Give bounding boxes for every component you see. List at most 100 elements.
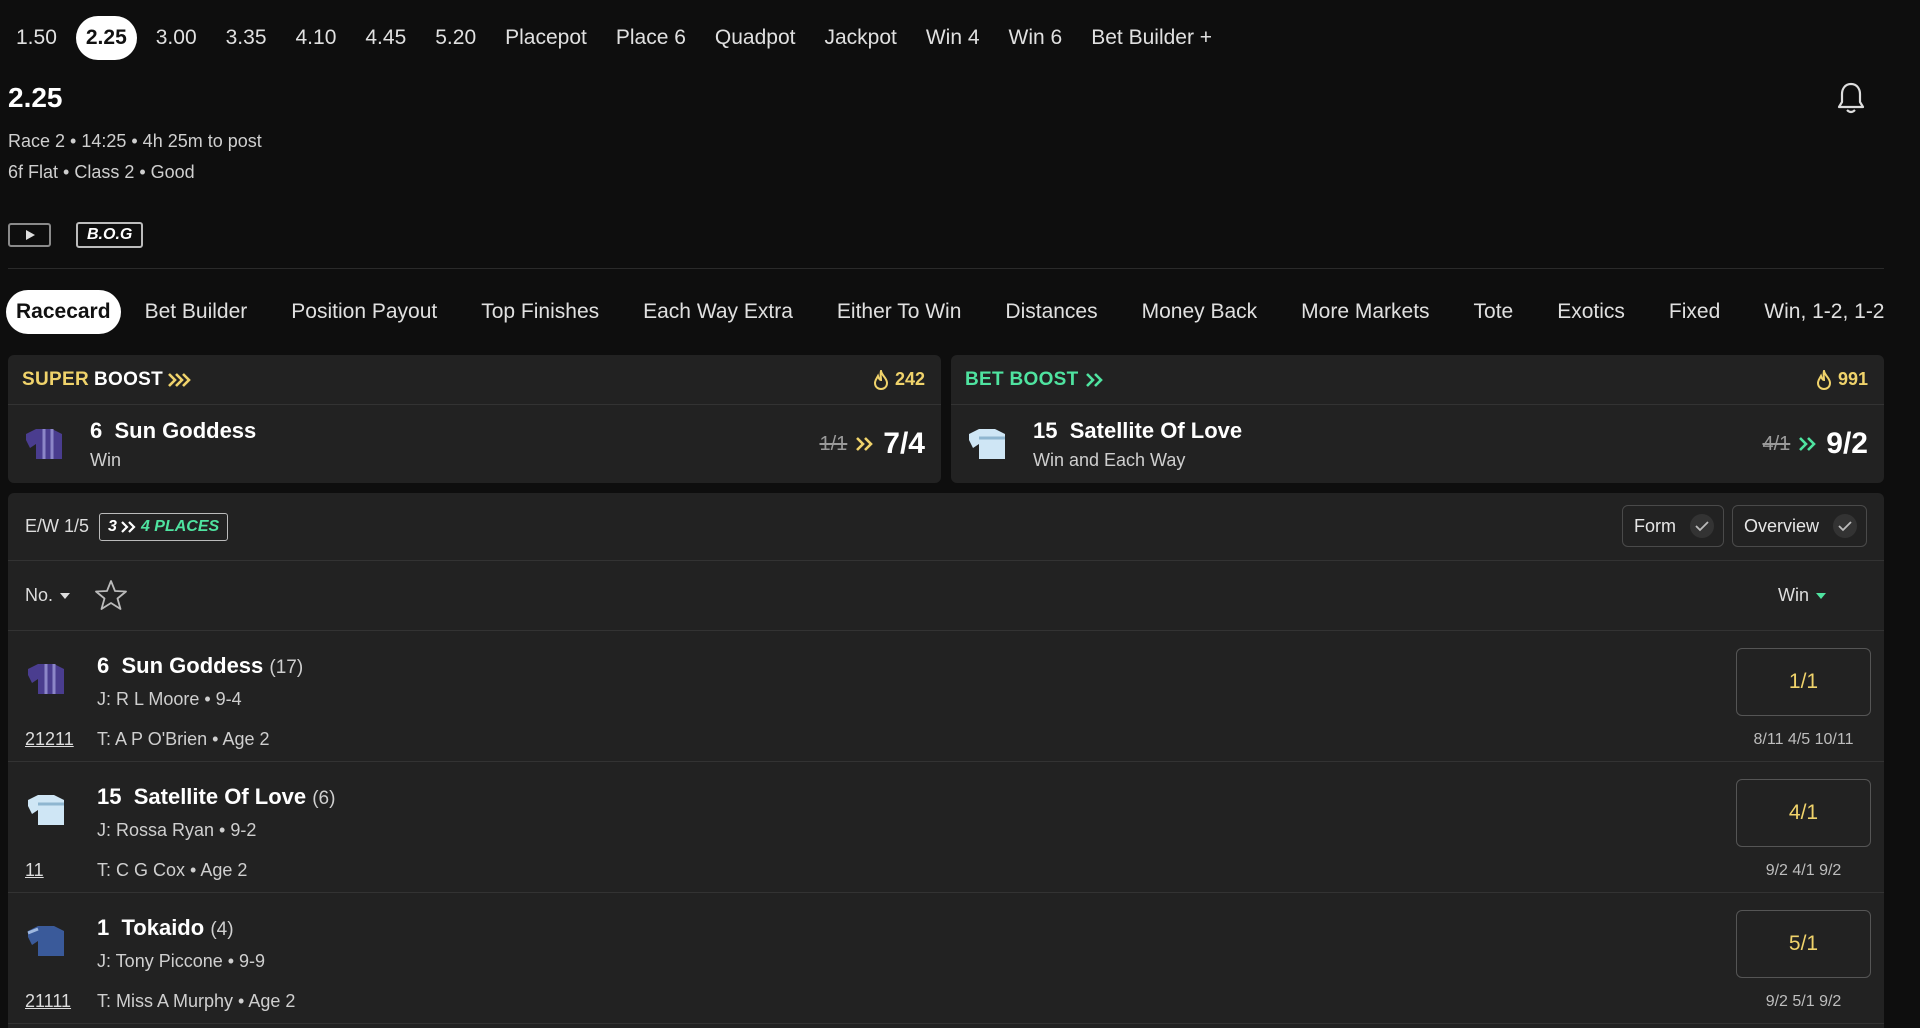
market-tab[interactable]: More Markets <box>1291 290 1439 334</box>
market-tab[interactable]: Tote <box>1464 290 1524 334</box>
runner-name[interactable]: 6 Sun Goddess (17) <box>97 653 303 679</box>
market-tab[interactable]: Top Finishes <box>471 290 609 334</box>
odds-history: 8/11 4/5 10/11 <box>1753 731 1854 748</box>
boosted-odds: 9/2 <box>1826 427 1868 460</box>
race-tab[interactable]: 2.25 <box>75 16 137 60</box>
race-tab[interactable]: Placepot <box>495 16 597 60</box>
runner-name[interactable]: 15 Satellite Of Love (6) <box>97 784 335 810</box>
old-odds: 4/1 <box>1762 432 1791 455</box>
bell-icon[interactable] <box>1834 80 1868 116</box>
runner-number: 6 <box>97 653 110 678</box>
caret-down-icon <box>1816 592 1826 599</box>
odds-button[interactable]: 1/1 <box>1736 648 1871 716</box>
runner-jockey: J: Tony Piccone • 9-9 <box>97 951 266 971</box>
sort-by-number[interactable]: No. <box>25 585 71 606</box>
race-tab[interactable]: Place 6 <box>606 16 696 60</box>
market-tab[interactable]: Either To Win <box>827 290 972 334</box>
race-tab[interactable]: Jackpot <box>814 16 906 60</box>
places-old: 3 <box>108 517 117 535</box>
race-tab[interactable]: 4.10 <box>286 16 347 60</box>
boost-market: Win <box>90 449 121 470</box>
old-odds: 1/1 <box>819 432 848 455</box>
boost-odds[interactable]: 1/1 7/4 <box>819 427 925 461</box>
check-icon <box>1690 514 1714 538</box>
double-chevron-icon <box>121 520 136 533</box>
boost-label: SUPER BOOST <box>22 369 193 391</box>
market-tab[interactable]: Distances <box>995 290 1107 334</box>
boost-count: 242 <box>873 369 925 390</box>
runner-title: Tokaido <box>121 915 205 940</box>
market-tab[interactable]: Each Way Extra <box>633 290 803 334</box>
bog-badge: B.O.G <box>76 222 144 248</box>
overview-toggle-label: Overview <box>1744 515 1820 536</box>
boost-count-value: 242 <box>894 369 925 389</box>
race-tab[interactable]: Win 6 <box>999 16 1073 60</box>
double-chevron-icon <box>1085 372 1103 387</box>
race-tab[interactable]: Quadpot <box>705 16 806 60</box>
jockey-silk-icon <box>28 795 64 825</box>
flame-icon <box>873 369 888 390</box>
race-tab[interactable]: 3.00 <box>146 16 207 60</box>
market-tab[interactable]: Win, 1-2, 1-2 <box>1754 290 1894 334</box>
runner-row[interactable]: 1 Tokaido (4) J: Tony Piccone • 9-9 21111 T… <box>8 893 1884 1024</box>
race-tab[interactable]: Win 4 <box>916 16 990 60</box>
market-tab[interactable]: Fixed <box>1659 290 1730 334</box>
play-video-button[interactable] <box>8 223 51 247</box>
jockey-silk-icon <box>28 664 64 694</box>
race-tabs: 1.50 2.25 3.00 3.35 4.10 4.45 5.20 Placepot Plac… <box>0 14 1231 62</box>
boost-runner-name: 6 Sun Goddess <box>90 418 819 444</box>
runner-title: Sun Goddess <box>121 653 264 678</box>
race-conditions: 6f Flat • Class 2 • Good <box>8 162 195 182</box>
super-boost-card[interactable]: SUPER BOOST 242 6 Sun Goddess Win 1/1 7/… <box>8 355 941 483</box>
boost-label-part2: BOOST <box>93 368 164 390</box>
boost-count: 991 <box>1816 369 1868 390</box>
runner-trainer: T: Miss A Murphy • Age 2 <box>97 991 296 1011</box>
places-new: 4 PLACES <box>140 517 220 535</box>
bet-boost-card[interactable]: BET BOOST 991 15 Satellite Of Love Win a… <box>951 355 1884 483</box>
race-tab[interactable]: 4.45 <box>355 16 416 60</box>
sort-by-win[interactable]: Win <box>1778 585 1827 606</box>
odds-button[interactable]: 5/1 <box>1736 910 1871 978</box>
runner-number: 15 <box>97 784 122 809</box>
boost-count-value: 991 <box>1837 369 1868 389</box>
market-tabs: Racecard Bet Builder Position Payout Top Fi… <box>6 290 1920 334</box>
race-tab[interactable]: 5.20 <box>425 16 486 60</box>
star-icon[interactable] <box>94 578 128 612</box>
race-tab[interactable]: 1.50 <box>6 16 67 60</box>
market-tab[interactable]: Exotics <box>1547 290 1635 334</box>
overview-toggle[interactable]: Overview <box>1732 505 1868 547</box>
jockey-silk-icon <box>26 429 62 459</box>
double-chevron-icon <box>856 437 874 451</box>
market-tab[interactable]: Racecard <box>6 290 121 334</box>
jockey-silk-icon <box>969 429 1005 459</box>
runner-row[interactable]: 6 Sun Goddess (17) J: R L Moore • 9-4 2121… <box>8 631 1884 762</box>
double-chevron-icon <box>1799 437 1817 451</box>
runner-row[interactable]: 15 Satellite Of Love (6) J: Rossa Ryan • … <box>8 762 1884 893</box>
runner-form[interactable]: 21111 <box>25 991 71 1012</box>
odds-button[interactable]: 4/1 <box>1736 779 1871 847</box>
runner-form[interactable]: 21211 <box>25 729 74 750</box>
double-chevron-icon <box>168 372 191 387</box>
runner-list: 6 Sun Goddess (17) J: R L Moore • 9-4 2121… <box>8 631 1884 1024</box>
form-toggle[interactable]: Form <box>1622 505 1724 547</box>
flame-icon <box>1816 369 1831 390</box>
boost-label: BET BOOST <box>965 369 1107 391</box>
boost-runner-number: 15 <box>1033 417 1058 443</box>
market-tab[interactable]: Money Back <box>1132 290 1268 334</box>
market-tab[interactable]: Bet Builder <box>135 290 258 334</box>
runner-name[interactable]: 1 Tokaido (4) <box>97 915 234 941</box>
race-tab[interactable]: 3.35 <box>216 16 277 60</box>
runner-form[interactable]: 11 <box>25 860 44 881</box>
boost-odds[interactable]: 4/1 9/2 <box>1762 427 1868 461</box>
runner-jockey: J: Rossa Ryan • 9-2 <box>97 820 257 840</box>
runner-number: 1 <box>97 915 110 940</box>
race-tab[interactable]: Bet Builder + <box>1081 16 1222 60</box>
sort-win-label: Win <box>1778 585 1809 605</box>
runner-draw: (17) <box>269 657 304 678</box>
runner-jockey: J: R L Moore • 9-4 <box>97 689 242 709</box>
check-icon <box>1833 514 1858 538</box>
play-icon <box>25 230 35 240</box>
odds-history: 9/2 5/1 9/2 <box>1765 993 1842 1010</box>
market-tab[interactable]: Position Payout <box>281 290 447 334</box>
runner-trainer: T: C G Cox • Age 2 <box>97 860 248 880</box>
